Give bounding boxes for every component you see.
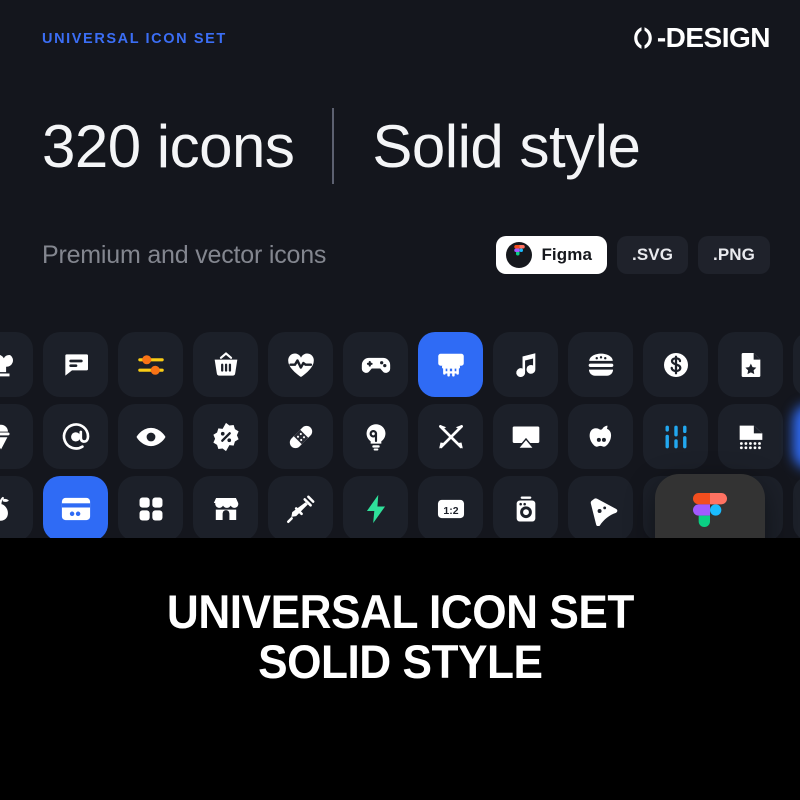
crossed-arrows-icon [434, 420, 468, 454]
chat-bubble-icon [60, 349, 92, 381]
headline-style: Solid style [372, 112, 641, 180]
tile-blurred-accent[interactable] [793, 404, 800, 469]
figma-icon [687, 492, 733, 539]
tile-lightbulb[interactable] [343, 404, 408, 469]
basketball-hoop-icon [433, 347, 469, 383]
parentheses-o-icon [632, 25, 654, 51]
tile-bandage[interactable] [268, 404, 333, 469]
basket-icon [210, 349, 242, 381]
tile-pie-chart[interactable] [793, 332, 800, 397]
tile-music-note[interactable] [493, 332, 558, 397]
eye-icon [134, 420, 168, 454]
at-sign-icon [60, 421, 92, 453]
apple-icon [585, 421, 617, 453]
tile-placeholder[interactable] [793, 476, 800, 538]
badge-svg[interactable]: .SVG [617, 236, 689, 274]
top-panel: UNIVERSAL ICON SET -DESIGN 320 icons Sol… [0, 0, 800, 538]
dotted-document-icon [734, 420, 768, 454]
subtitle-row: Premium and vector icons Figma .SVG .PNG [42, 236, 770, 274]
tile-heartbeat[interactable] [268, 332, 333, 397]
tile-apple[interactable] [568, 404, 633, 469]
poster-root: UNIVERSAL ICON SET -DESIGN 320 icons Sol… [0, 0, 800, 800]
tile-airplay[interactable] [493, 404, 558, 469]
chef-hat-icon [0, 348, 18, 382]
ice-cream-icon [0, 421, 17, 453]
ratio-one-two-icon: 1:2 [434, 492, 468, 526]
bottom-band: UNIVERSAL ICON SET SOLID STYLE [0, 538, 800, 800]
tile-dotted-document[interactable] [718, 404, 783, 469]
heartbeat-icon [284, 348, 318, 382]
tile-grid-four[interactable] [118, 476, 183, 538]
tile-discount-badge[interactable] [193, 404, 258, 469]
lightning-bolt-icon [359, 492, 393, 526]
headline-count: 320 icons [42, 112, 295, 180]
icon-grid-row [0, 404, 800, 469]
band-title-line2: SOLID STYLE [257, 635, 543, 688]
airplay-icon [509, 420, 543, 454]
tile-chef-hat[interactable] [0, 332, 33, 397]
gamepad-icon [359, 348, 393, 382]
figma-logo-card[interactable] [655, 474, 765, 538]
subtitle-text: Premium and vector icons [42, 240, 327, 269]
tile-burger[interactable] [568, 332, 633, 397]
eyebrow-label: UNIVERSAL ICON SET [42, 31, 227, 47]
format-badges: Figma .SVG .PNG [496, 236, 770, 274]
brand-logo: -DESIGN [632, 22, 771, 53]
washing-machine-icon [510, 493, 542, 525]
tile-store[interactable] [193, 476, 258, 538]
badge-svg-label: .SVG [632, 245, 674, 264]
tile-crossed-arrows[interactable] [418, 404, 483, 469]
sliders-icon [134, 348, 168, 382]
lightbulb-icon [360, 421, 392, 453]
badge-png-label: .PNG [713, 245, 755, 264]
band-title-line1: UNIVERSAL ICON SET [166, 585, 634, 639]
badge-figma[interactable]: Figma [496, 236, 607, 274]
pizza-slice-icon [584, 492, 618, 526]
bandage-icon [284, 420, 318, 454]
tile-sliders[interactable] [118, 332, 183, 397]
burger-icon [584, 348, 618, 382]
badge-figma-label: Figma [541, 245, 592, 264]
discount-badge-icon [209, 420, 243, 454]
tile-star-file[interactable] [718, 332, 783, 397]
tile-chat-bubble[interactable] [43, 332, 108, 397]
pear-icon [0, 493, 17, 525]
tile-basketball-hoop[interactable] [418, 332, 483, 397]
store-icon [209, 492, 243, 526]
tile-dollar-coin[interactable] [643, 332, 708, 397]
star-file-icon [735, 349, 767, 381]
tile-gamepad[interactable] [343, 332, 408, 397]
tile-eye[interactable] [118, 404, 183, 469]
tile-credit-card[interactable] [43, 476, 108, 538]
tile-basket[interactable] [193, 332, 258, 397]
equalizer-icon [659, 420, 693, 454]
tile-ratio-one-two[interactable]: 1:2 [418, 476, 483, 538]
tile-syringe[interactable] [268, 476, 333, 538]
brand-name: -DESIGN [656, 22, 771, 53]
tile-at-sign[interactable] [43, 404, 108, 469]
grid-four-icon [135, 493, 167, 525]
tile-pear[interactable] [0, 476, 33, 538]
headline: 320 icons Solid style [42, 108, 641, 184]
music-note-icon [510, 349, 542, 381]
tile-ice-cream[interactable] [0, 404, 33, 469]
tile-pizza-slice[interactable] [568, 476, 633, 538]
credit-card-icon [58, 491, 94, 527]
tile-lightning-bolt[interactable] [343, 476, 408, 538]
icon-grid-row [0, 332, 800, 397]
headline-divider [332, 108, 335, 184]
svg-text:1:2: 1:2 [443, 505, 458, 516]
tile-equalizer[interactable] [643, 404, 708, 469]
syringe-icon [284, 492, 318, 526]
dollar-coin-icon [660, 349, 692, 381]
badge-png[interactable]: .PNG [698, 236, 770, 274]
figma-icon [506, 242, 533, 268]
tile-washing-machine[interactable] [493, 476, 558, 538]
